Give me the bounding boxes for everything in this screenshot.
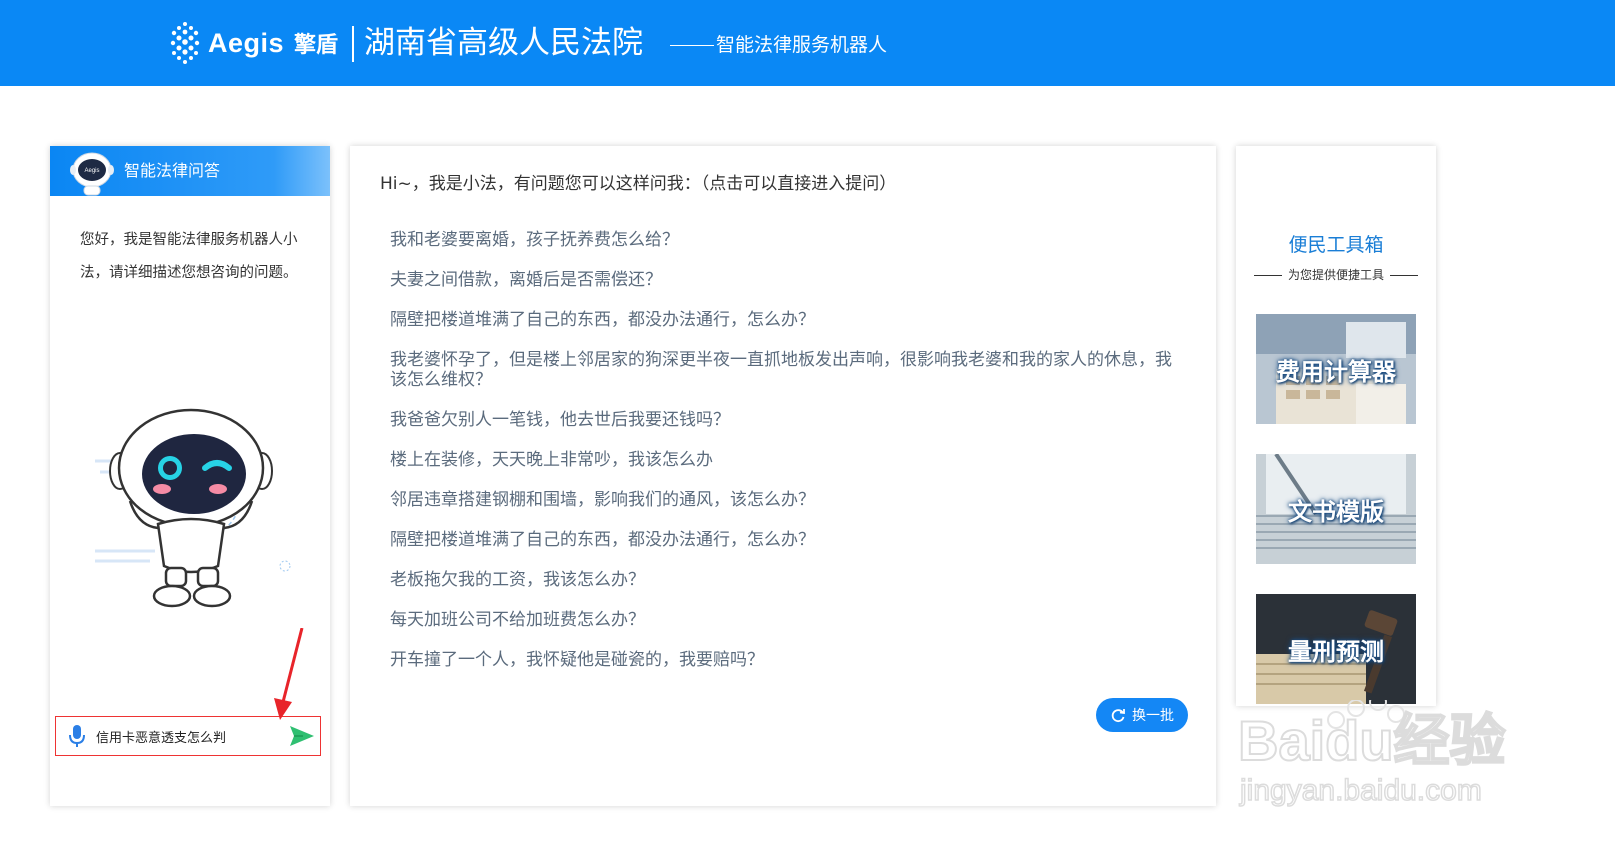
tool-sentencing-prediction[interactable]: 量刑预测 — [1256, 594, 1416, 704]
question-item[interactable]: 邻居违章搭建钢棚和围墙，影响我们的通风，该怎么办？ — [390, 490, 1180, 510]
question-item[interactable]: 隔壁把楼道堆满了自己的东西，都没办法通行，怎么办？ — [390, 310, 1180, 330]
question-item[interactable]: 每天加班公司不给加班费怎么办？ — [390, 610, 1180, 630]
page-subtitle-text: 智能法律服务机器人 — [716, 34, 888, 56]
refresh-icon — [1111, 709, 1125, 723]
chat-panel-header: Aegis 智能法律问答 — [50, 146, 330, 196]
baidu-watermark-brand: Baidu经验 — [1238, 709, 1506, 772]
refresh-questions-button[interactable]: 换一批 — [1096, 698, 1188, 732]
subtitle-dash — [670, 45, 714, 46]
logo-text: Aegis — [208, 27, 285, 58]
baidu-watermark: Baidu经验 jingyan.baidu.com — [1238, 700, 1507, 808]
red-arrow-annotation — [274, 628, 304, 720]
question-item[interactable]: 我老婆怀孕了，但是楼上邻居家的狗深更半夜一直抓地板发出声响，很影响我老婆和我的家… — [390, 350, 1180, 390]
tool-document-templates[interactable]: 文书模版 — [1256, 454, 1416, 564]
header-divider — [352, 26, 354, 62]
question-input[interactable] — [96, 728, 286, 744]
baidu-watermark-url: jingyan.baidu.com — [1239, 774, 1482, 807]
robot-avatar-label: Aegis — [84, 168, 99, 174]
refresh-label: 换一批 — [1132, 708, 1174, 724]
microphone-icon[interactable] — [62, 721, 92, 751]
question-item[interactable]: 楼上在装修，天天晚上非常吵，我该怎么办 — [390, 450, 1180, 470]
question-item[interactable]: 夫妻之间借款，离婚后是否需偿还？ — [390, 270, 1180, 290]
subtitle-line-left — [1253, 275, 1282, 276]
chat-panel-title: 智能法律问答 — [124, 161, 221, 180]
question-item[interactable]: 隔壁把楼道堆满了自己的东西，都没办法通行，怎么办？ — [390, 530, 1180, 550]
tool-label: 费用计算器 — [1276, 357, 1396, 386]
page-title: 湖南省高级人民法院 — [364, 25, 643, 61]
toolbox-subtitle-text: 为您提供便捷工具 — [1287, 268, 1384, 282]
aegis-logo-icon — [170, 22, 200, 64]
robot-mascot-icon — [95, 408, 291, 608]
page-subtitle: 智能法律服务机器人 — [670, 32, 887, 58]
top-header: Aegis 擎盾 湖南省高级人民法院 智能法律服务机器人 — [0, 0, 1615, 86]
tool-label: 量刑预测 — [1288, 637, 1384, 666]
toolbox-subtitle: 为您提供便捷工具 — [1236, 266, 1436, 283]
question-item[interactable]: 我和老婆要离婚，孩子抚养费怎么给？ — [390, 230, 1180, 250]
toolbox-title: 便民工具箱 — [1288, 234, 1384, 256]
question-list: 我和老婆要离婚，孩子抚养费怎么给？ 夫妻之间借款，离婚后是否需偿还？ 隔壁把楼道… — [390, 230, 1180, 690]
tool-label: 文书模版 — [1288, 497, 1384, 526]
toolbox-panel: 便民工具箱 为您提供便捷工具 费用计算器 文书模版 量刑预测 — [1236, 146, 1436, 706]
question-item[interactable]: 开车撞了一个人，我怀疑他是碰瓷的，我要赔吗？ — [390, 650, 1180, 670]
tool-fee-calculator[interactable]: 费用计算器 — [1256, 314, 1416, 424]
robot-avatar-icon: Aegis — [70, 152, 114, 196]
suggested-questions-panel: Hi~，我是小法，有问题您可以这样问我：（点击可以直接进入提问） 我和老婆要离婚… — [350, 146, 1216, 806]
aegis-logo[interactable]: Aegis 擎盾 — [168, 20, 338, 66]
question-item[interactable]: 我爸爸欠别人一笔钱，他去世后我要还钱吗？ — [390, 410, 1180, 430]
question-item[interactable]: 老板拖欠我的工资，我该怎么办？ — [390, 570, 1180, 590]
bot-greeting: 您好，我是智能法律服务机器人小法，请详细描述您想咨询的问题。 — [80, 232, 298, 281]
logo-cn-text: 擎盾 — [294, 33, 339, 58]
questions-intro: Hi~，我是小法，有问题您可以这样问我：（点击可以直接进入提问） — [380, 174, 897, 194]
subtitle-line-right — [1390, 275, 1418, 276]
